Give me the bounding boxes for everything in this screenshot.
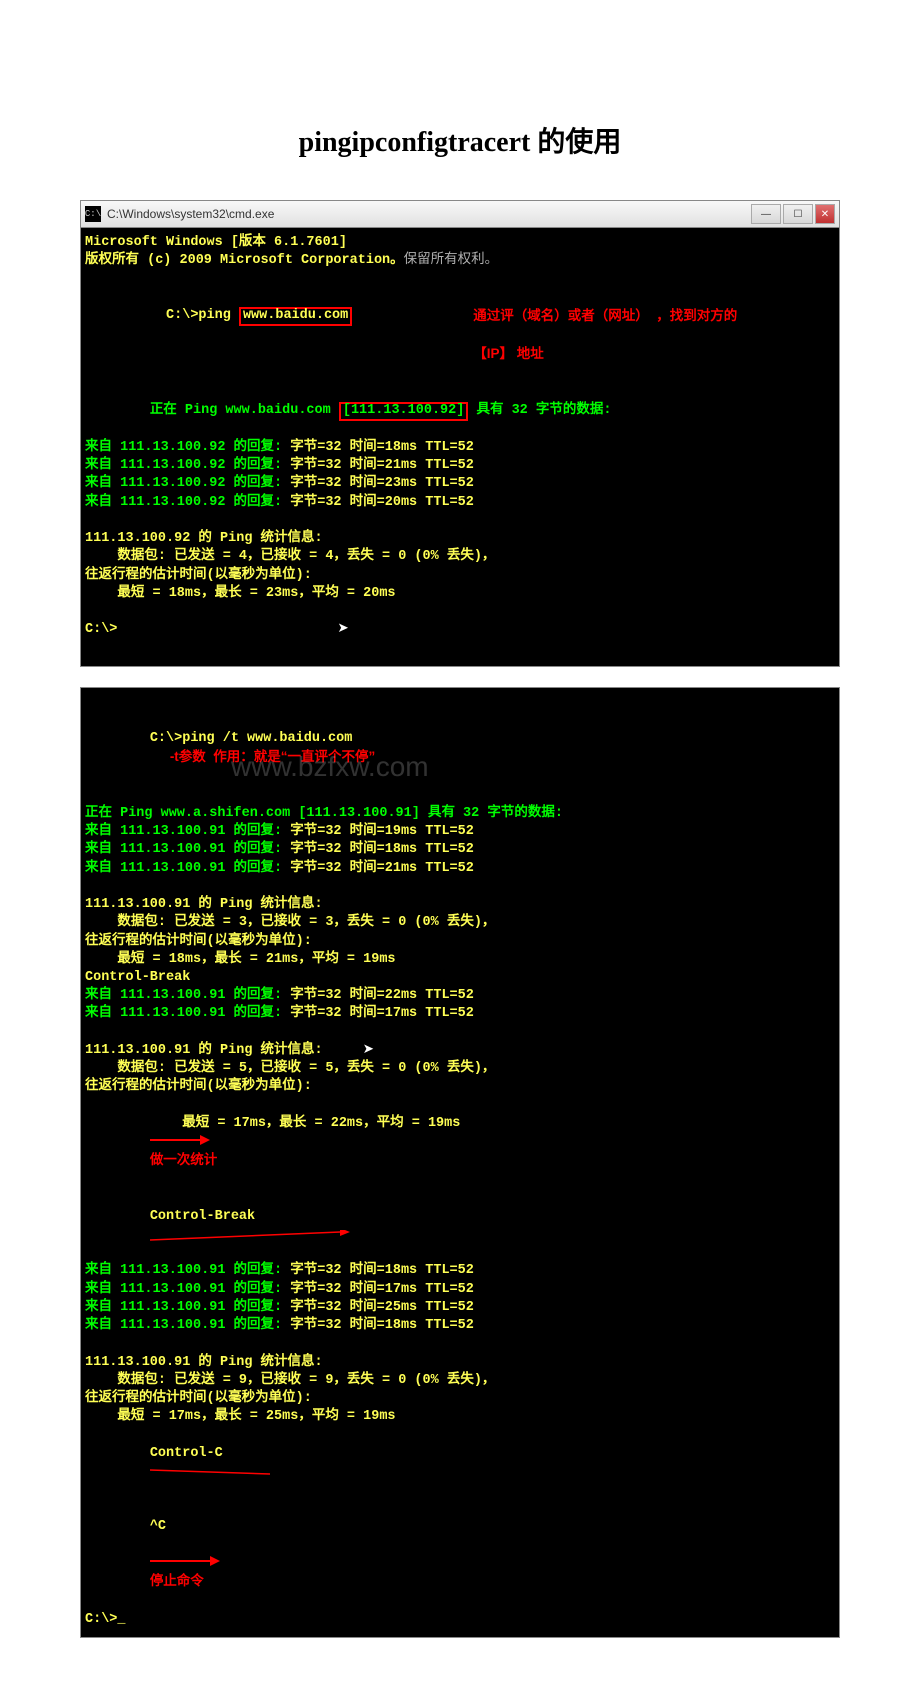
stats-rtt: 最短 = 18ms，最长 = 23ms，平均 = 20ms [85,586,396,601]
stats-packets: 数据包: 已发送 = 4，已接收 = 4，丢失 = 0 (0% 丢失)， [85,549,495,564]
stats2-3-hdr: 111.13.100.91 的 Ping 统计信息: [85,1355,323,1370]
prompt-2: C:\> [85,622,117,637]
copyright-b: 保留所有权利。 [404,253,499,268]
reply2-prefix: 来自 111.13.100.91 的回复: [85,842,290,857]
cmd-window-1: C:\ C:\Windows\system32\cmd.exe — ☐ ✕ Mi… [80,200,840,667]
stats2-2-rtthdr: 往返行程的估计时间(以毫秒为单位): [85,1079,312,1094]
control-break-2: Control-Break [150,1209,255,1224]
reply2-6: 字节=32 时间=18ms TTL=52 [290,1263,474,1278]
document-page: pingipconfigtracert 的使用 C:\ C:\Windows\s… [0,0,920,1698]
reply2-prefix: 来自 111.13.100.91 的回复: [85,1318,290,1333]
stats-header: 111.13.100.92 的 Ping 统计信息: [85,531,323,546]
stats2-2-pk: 数据包: 已发送 = 5，已接收 = 5，丢失 = 0 (0% 丢失)， [85,1061,495,1076]
control-break-1: Control-Break [85,970,190,985]
reply-prefix: 来自 111.13.100.92 的回复: [85,440,290,455]
ping-header-2: 正在 Ping www.a.shifen.com [111.13.100.91]… [85,806,563,821]
titlebar-text: C:\Windows\system32\cmd.exe [107,207,274,221]
minimize-button[interactable]: — [751,204,781,224]
reply-prefix: 来自 111.13.100.92 的回复: [85,495,290,510]
annotation-stop: 停止命令 [150,1573,204,1588]
reply-4: 字节=32 时间=20ms TTL=52 [290,495,474,510]
reply2-prefix: 来自 111.13.100.91 的回复: [85,1006,290,1021]
reply-prefix: 来自 111.13.100.92 的回复: [85,476,290,491]
arrow-icon [150,1134,210,1146]
cmd-window-2: www.bzfxw.com C:\>ping /t www.baidu.com … [80,687,840,1638]
caret-c: ^C [150,1519,166,1534]
reply2-3: 字节=32 时间=21ms TTL=52 [290,861,474,876]
cursor-icon: ➤ [363,1043,374,1058]
reply2-prefix: 来自 111.13.100.91 的回复: [85,1263,290,1278]
reply2-prefix: 来自 111.13.100.91 的回复: [85,861,290,876]
ping-domain-box: www.baidu.com [243,308,348,323]
reply2-9: 字节=32 时间=18ms TTL=52 [290,1318,474,1333]
reply2-prefix: 来自 111.13.100.91 的回复: [85,824,290,839]
annotation-domain-ip-2: 【IP】 地址 [473,346,544,361]
reply-1: 字节=32 时间=18ms TTL=52 [290,440,474,455]
stats2-3-rtthdr: 往返行程的估计时间(以毫秒为单位): [85,1391,312,1406]
ms-header: Microsoft Windows [版本 6.1.7601] [85,235,347,250]
stats2-2-hdr: 111.13.100.91 的 Ping 统计信息: [85,1043,323,1058]
reply2-8: 字节=32 时间=25ms TTL=52 [290,1300,474,1315]
reply-3: 字节=32 时间=23ms TTL=52 [290,476,474,491]
stats2-1-rtt: 最短 = 18ms，最长 = 21ms，平均 = 19ms [85,952,396,967]
connector-line-icon [150,1464,270,1476]
stats2-3-pk: 数据包: 已发送 = 9，已接收 = 9，丢失 = 0 (0% 丢失)， [85,1373,495,1388]
maximize-button[interactable]: ☐ [783,204,813,224]
cursor-icon: ➤ [337,622,348,637]
ping-t-cmd: C:\>ping /t www.baidu.com [150,731,353,746]
stats2-1-pk: 数据包: 已发送 = 3，已接收 = 3，丢失 = 0 (0% 丢失)， [85,915,495,930]
annotation-domain-ip-1: 通过评（域名）或者（网址） ，找到对方的 [473,308,737,323]
stats2-1-rtthdr: 往返行程的估计时间(以毫秒为单位): [85,934,312,949]
reply2-5: 字节=32 时间=17ms TTL=52 [290,1006,474,1021]
stats2-2-rtt: 最短 = 17ms，最长 = 22ms，平均 = 19ms [150,1116,469,1131]
copyright-a: 版权所有 (c) 2009 Microsoft Corporation。 [85,253,404,268]
stats2-1-hdr: 111.13.100.91 的 Ping 统计信息: [85,897,323,912]
prompt-end: C:\>_ [85,1612,126,1627]
arrow-icon [150,1555,220,1567]
reply-prefix: 来自 111.13.100.92 的回复: [85,458,290,473]
titlebar: C:\ C:\Windows\system32\cmd.exe — ☐ ✕ [81,201,839,228]
ping-header-a: 正在 Ping www.baidu.com [150,403,339,418]
close-button[interactable]: ✕ [815,204,835,224]
terminal-body-1: Microsoft Windows [版本 6.1.7601] 版权所有 (c)… [81,228,839,666]
ping-header-b: 具有 32 字节的数据: [468,403,611,418]
doc-title: pingipconfigtracert 的使用 [80,120,840,160]
annotation-t-param: -t参数 作用：就是“一直评个不停” [170,749,376,764]
prompt-ping: C:\>ping [166,308,239,323]
reply-2: 字节=32 时间=21ms TTL=52 [290,458,474,473]
reply2-1: 字节=32 时间=19ms TTL=52 [290,824,474,839]
reply2-prefix: 来自 111.13.100.91 的回复: [85,1300,290,1315]
ping-ip-box: [111.13.100.92] [343,403,465,418]
cmd-icon: C:\ [85,206,101,222]
stats2-3-rtt: 最短 = 17ms，最长 = 25ms，平均 = 19ms [85,1409,396,1424]
stats-rtt-hdr: 往返行程的估计时间(以毫秒为单位): [85,568,312,583]
terminal-body-2: www.bzfxw.com C:\>ping /t www.baidu.com … [81,688,839,1637]
reply2-4: 字节=32 时间=22ms TTL=52 [290,988,474,1003]
control-c: Control-C [150,1446,223,1461]
arrow-up-icon [150,1230,350,1244]
reply2-7: 字节=32 时间=17ms TTL=52 [290,1282,474,1297]
annotation-statistics: 做一次统计 [150,1152,218,1167]
reply2-prefix: 来自 111.13.100.91 的回复: [85,1282,290,1297]
reply2-2: 字节=32 时间=18ms TTL=52 [290,842,474,857]
reply2-prefix: 来自 111.13.100.91 的回复: [85,988,290,1003]
